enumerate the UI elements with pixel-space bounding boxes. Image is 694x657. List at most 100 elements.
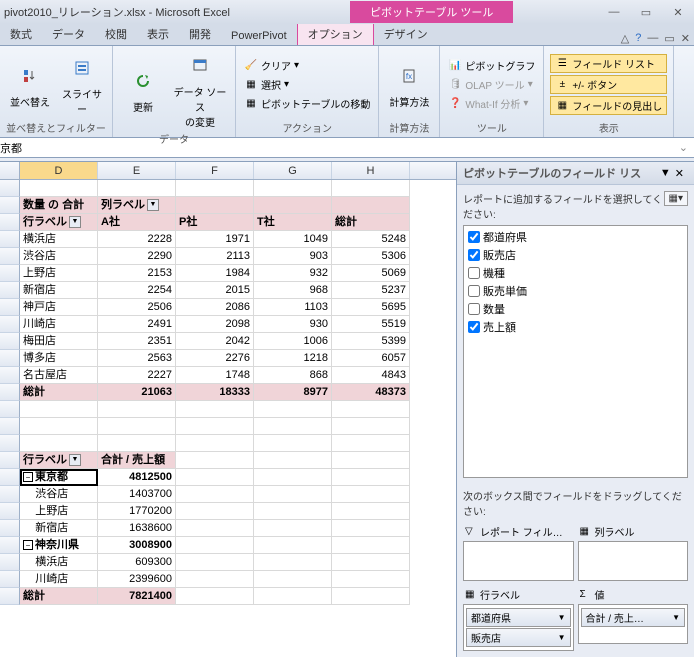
cell[interactable]: 2290 [98,248,176,265]
cell[interactable]: P社 [176,214,254,231]
cell[interactable]: 48373 [332,384,410,401]
drop-zone-filter[interactable] [463,541,574,581]
cell[interactable] [98,418,176,435]
dropzone-item[interactable]: 合計 / 売上…▼ [581,608,686,627]
field-checkbox[interactable] [468,249,480,261]
pivot-chart-button[interactable]: 📊ピボットグラフ [446,57,537,74]
cell[interactable]: 930 [254,316,332,333]
cell[interactable]: 868 [254,367,332,384]
cell[interactable]: 903 [254,248,332,265]
cell[interactable]: 2254 [98,282,176,299]
cell[interactable] [176,469,254,486]
cell[interactable]: 行ラベル▼ [20,214,98,231]
cell[interactable]: 2351 [98,333,176,350]
cell[interactable]: 2086 [176,299,254,316]
field-item[interactable]: 販売店 [466,246,685,264]
col-header[interactable]: G [254,162,332,179]
panel-dropdown-icon[interactable]: ▼ [660,167,671,179]
cell[interactable]: 2098 [176,316,254,333]
cell[interactable]: 2276 [176,350,254,367]
field-item[interactable]: 数量 [466,300,685,318]
cell[interactable] [176,554,254,571]
cell[interactable] [332,520,410,537]
cell[interactable] [254,197,332,214]
cell[interactable]: 2506 [98,299,176,316]
cell[interactable]: 21063 [98,384,176,401]
cell[interactable]: 6057 [332,350,410,367]
cell[interactable] [176,180,254,197]
window-close-icon[interactable]: ✕ [681,32,690,45]
cell[interactable] [332,452,410,469]
cell[interactable] [176,401,254,418]
cell[interactable] [254,452,332,469]
cell[interactable] [332,180,410,197]
collapse-icon[interactable]: − [23,540,33,550]
cell[interactable] [176,435,254,452]
cell[interactable]: 5306 [332,248,410,265]
cell[interactable]: 2227 [98,367,176,384]
cell[interactable] [332,571,410,588]
tab-powerpivot[interactable]: PowerPivot [221,27,297,45]
cell[interactable]: 2153 [98,265,176,282]
cell[interactable] [254,469,332,486]
cell[interactable] [254,180,332,197]
cell[interactable]: 5399 [332,333,410,350]
cell[interactable]: 5248 [332,231,410,248]
cell[interactable]: 博多店 [20,350,98,367]
tab-data[interactable]: データ [42,23,95,45]
cell[interactable]: 新宿店 [20,282,98,299]
cell[interactable] [176,452,254,469]
cell[interactable] [332,486,410,503]
cell[interactable]: 1103 [254,299,332,316]
cell[interactable]: 渋谷店 [20,486,98,503]
cell[interactable]: 968 [254,282,332,299]
cell[interactable] [254,571,332,588]
cell[interactable]: 1403700 [98,486,176,503]
field-checkbox[interactable] [468,231,480,243]
field-checkbox[interactable] [468,321,480,333]
dropdown-icon[interactable]: ▼ [69,216,81,228]
cell[interactable]: 神戸店 [20,299,98,316]
close-icon[interactable]: ✕ [666,6,690,19]
chevron-down-icon[interactable]: ▼ [672,613,680,622]
cell[interactable]: 5519 [332,316,410,333]
tab-review[interactable]: 校閲 [95,23,137,45]
calc-button[interactable]: fx 計算方法 [385,50,433,118]
clear-button[interactable]: 🧹クリア ▾ [242,57,372,74]
cell[interactable]: 行ラベル▼ [20,452,98,469]
dropzone-item[interactable]: 都道府県▼ [466,608,571,627]
select-button[interactable]: ▦選択 ▾ [242,76,372,93]
window-min-icon[interactable]: ― [647,32,658,45]
tab-formulas[interactable]: 数式 [0,23,42,45]
worksheet[interactable]: D E F G H 数量 の 合計列ラベル▼行ラベル▼A社P社T社総計横浜店22… [0,162,456,657]
cell[interactable]: 新宿店 [20,520,98,537]
cell[interactable]: 川崎店 [20,316,98,333]
col-header[interactable]: D [20,162,98,179]
drop-zone-vals[interactable]: 合計 / 売上…▼ [578,604,689,644]
datasource-button[interactable]: データ ソース の変更 [171,50,229,129]
cell[interactable] [332,401,410,418]
cell[interactable]: 数量 の 合計 [20,197,98,214]
drop-zone-cols[interactable] [578,541,689,581]
cell[interactable]: 8977 [254,384,332,401]
cell[interactable]: 合計 / 売上額 [98,452,176,469]
drop-zone-rows[interactable]: 都道府県▼販売店▼ [463,604,574,651]
field-item[interactable]: 機種 [466,264,685,282]
cell[interactable]: −東京都 [20,469,98,486]
cell[interactable] [332,435,410,452]
cell[interactable]: 総計 [20,384,98,401]
cell[interactable]: 上野店 [20,265,98,282]
tab-view[interactable]: 表示 [137,23,179,45]
cell[interactable]: 総計 [332,214,410,231]
dropdown-icon[interactable]: ▼ [147,199,159,211]
layout-button[interactable]: ▦▾ [664,191,688,206]
cell[interactable]: 上野店 [20,503,98,520]
cell[interactable]: 横浜店 [20,554,98,571]
cell[interactable]: 5237 [332,282,410,299]
field-item[interactable]: 販売単価 [466,282,685,300]
cell[interactable]: 総計 [20,588,98,605]
tab-options[interactable]: オプション [297,22,374,45]
help-icon[interactable]: ? [635,32,641,45]
cell[interactable] [254,418,332,435]
cell[interactable] [20,180,98,197]
